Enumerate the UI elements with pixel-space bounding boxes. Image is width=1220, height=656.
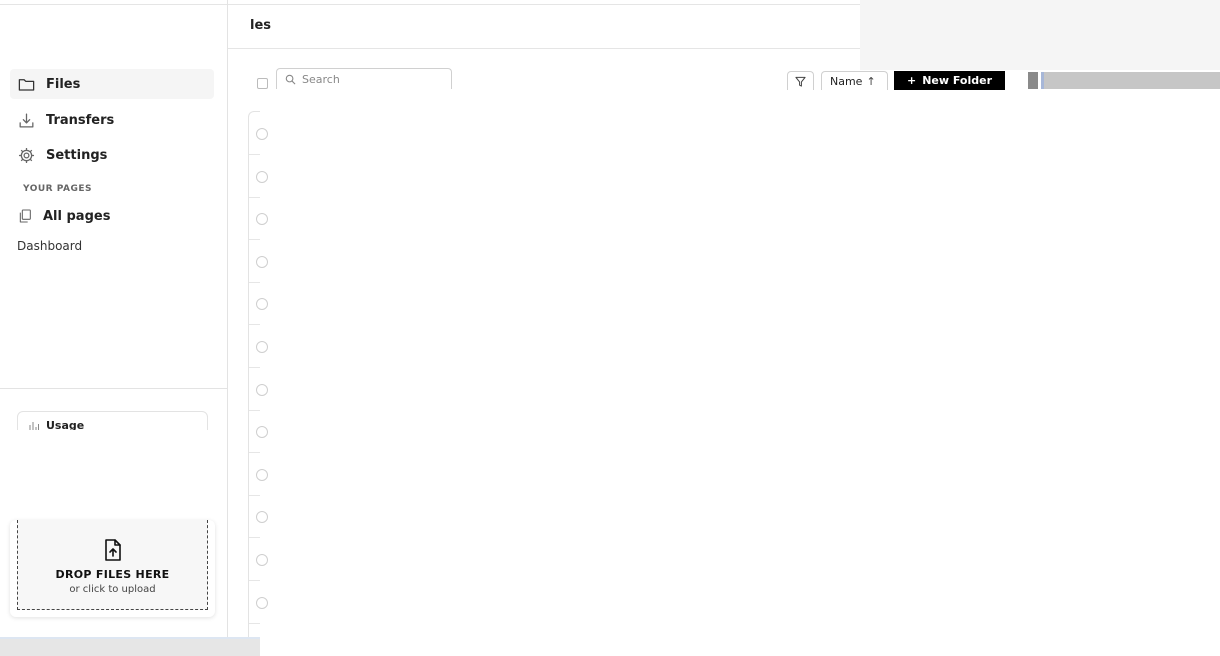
section-label-your-pages: YOUR PAGES xyxy=(23,184,92,194)
sidebar-item-settings[interactable]: Settings xyxy=(10,140,214,170)
table-row[interactable] xyxy=(249,496,268,539)
page-title: les xyxy=(250,18,272,33)
sort-arrow-icon: ↑ xyxy=(866,74,876,88)
table-row[interactable] xyxy=(249,411,268,454)
plus-icon: + xyxy=(906,74,917,87)
row-checkbox[interactable] xyxy=(256,213,268,226)
file-upload-icon xyxy=(104,539,121,561)
header-divider xyxy=(228,48,860,49)
row-checkbox[interactable] xyxy=(256,511,268,524)
table-row[interactable] xyxy=(249,369,268,411)
select-all-checkbox[interactable] xyxy=(257,78,268,89)
sidebar-item-label: Transfers xyxy=(46,112,115,128)
row-checkbox[interactable] xyxy=(256,298,268,311)
search-icon xyxy=(285,74,296,84)
filter-icon xyxy=(795,76,806,87)
row-checkbox[interactable] xyxy=(256,468,268,481)
overlay-panel xyxy=(860,0,1220,70)
row-checkbox[interactable] xyxy=(256,255,268,268)
sidebar-divider xyxy=(0,388,227,389)
table-row[interactable] xyxy=(249,454,268,496)
search-input[interactable] xyxy=(302,72,442,86)
sidebar-item-transfers[interactable]: Transfers xyxy=(10,105,214,135)
row-checkbox[interactable] xyxy=(256,596,268,609)
sidebar-item-dashboard[interactable]: Dashboard xyxy=(17,239,82,253)
row-checkbox[interactable] xyxy=(256,170,268,183)
table-row[interactable] xyxy=(249,156,268,198)
new-folder-button[interactable]: + New Folder xyxy=(894,71,1005,90)
row-checkbox[interactable] xyxy=(256,426,268,439)
table-row[interactable] xyxy=(249,198,268,241)
row-divider xyxy=(249,622,260,624)
new-folder-label: New Folder xyxy=(922,74,993,87)
sidebar-item-label: Settings xyxy=(46,147,108,163)
table-row[interactable] xyxy=(249,582,268,624)
sidebar-item-label: All pages xyxy=(43,208,111,224)
row-checkbox[interactable] xyxy=(256,554,268,566)
table-row[interactable] xyxy=(249,326,268,368)
download-tray-icon xyxy=(19,113,34,127)
sidebar-edge xyxy=(227,0,228,637)
drop-subtitle: or click to upload xyxy=(69,584,156,595)
folder-icon xyxy=(18,78,35,91)
row-checkbox[interactable] xyxy=(256,341,268,353)
drop-card: DROP FILES HERE or click to upload xyxy=(10,520,215,617)
progress-fill xyxy=(1041,72,1044,89)
filter-button[interactable] xyxy=(787,71,814,90)
sidebar-item-all-pages[interactable]: All pages xyxy=(10,201,214,231)
overlay-mask xyxy=(16,430,256,528)
file-drop-zone[interactable]: DROP FILES HERE or click to upload xyxy=(17,520,208,610)
row-checkbox[interactable] xyxy=(256,383,268,396)
pages-copy-icon xyxy=(19,209,31,223)
table-row[interactable] xyxy=(249,539,268,581)
bottom-bar xyxy=(0,637,260,656)
sort-label: Name xyxy=(830,74,863,88)
drop-title: DROP FILES HERE xyxy=(55,568,170,581)
sort-button[interactable]: Name ↑ xyxy=(821,71,888,90)
progress-track xyxy=(1041,72,1220,89)
table-row[interactable] xyxy=(249,283,268,326)
sidebar-item-files[interactable]: Files xyxy=(10,69,214,99)
sidebar-item-label: Files xyxy=(46,76,81,92)
table-row[interactable] xyxy=(249,241,268,283)
scrollbar-thumb[interactable] xyxy=(1028,72,1038,89)
table-row[interactable] xyxy=(249,113,268,155)
row-checkbox[interactable] xyxy=(256,128,268,140)
top-rule xyxy=(0,4,860,5)
gear-icon xyxy=(18,147,35,163)
search-box[interactable] xyxy=(276,68,452,89)
